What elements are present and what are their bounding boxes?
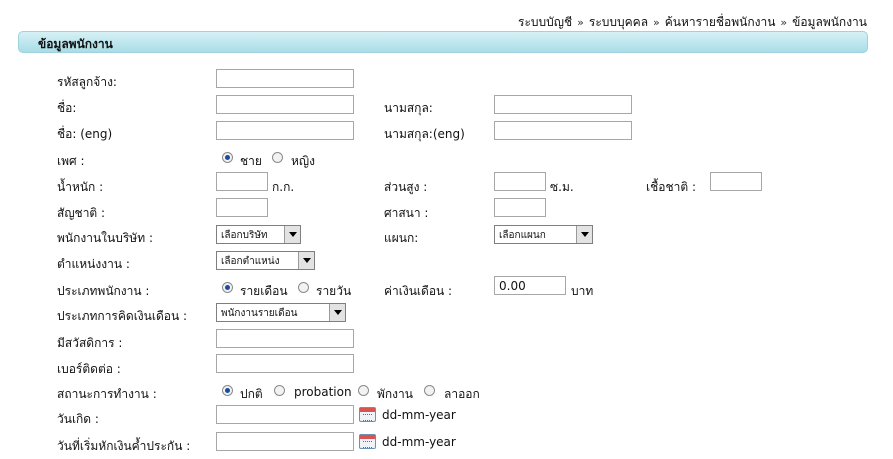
work-status-resigned-radio[interactable] <box>424 385 435 396</box>
section-title: ข้อมูลพนักงาน <box>38 37 113 51</box>
position-label: ตำแหน่งงาน : <box>57 257 130 271</box>
work-status-resigned-label: ลาออก <box>444 387 480 401</box>
employee-type-daily-radio[interactable] <box>298 282 309 293</box>
work-status-suspended-label: พักงาน <box>377 387 413 401</box>
salary-calc-select[interactable]: พนักงานรายเดือน <box>216 303 346 322</box>
weight-label: น้ำหนัก : <box>57 180 104 194</box>
work-status-normal-radio[interactable] <box>222 385 233 396</box>
first-name-label: ชื่อ: <box>57 101 77 115</box>
religion-label: ศาสนา : <box>384 206 429 220</box>
work-status-label: สถานะการทำงาน : <box>57 387 157 401</box>
weight-unit: ก.ก. <box>272 180 295 194</box>
salary-calc-label: ประเภทการคิดเงินเดือน : <box>57 309 188 323</box>
section-header: ข้อมูลพนักงาน <box>18 31 868 53</box>
employee-type-label: ประเภทพนักงาน : <box>57 284 150 298</box>
guarantee-start-format-hint: dd-mm-year <box>382 435 456 449</box>
chevron-down-icon[interactable] <box>298 252 314 269</box>
nationality-label: สัญชาติ : <box>57 206 106 220</box>
chevron-down-icon[interactable] <box>576 226 592 243</box>
breadcrumb-separator: » <box>577 16 584 29</box>
employee-type-daily-label: รายวัน <box>316 284 352 298</box>
welfare-label: มีสวัสดิการ : <box>57 336 123 350</box>
gender-female-radio[interactable] <box>272 152 283 163</box>
salary-label: ค่าเงินเดือน : <box>384 284 453 298</box>
phone-input[interactable] <box>216 354 354 373</box>
breadcrumb-item-employee-info: ข้อมูลพนักงาน <box>792 15 867 29</box>
work-status-probation-label: probation <box>294 385 352 399</box>
birth-date-input[interactable] <box>216 405 354 424</box>
weight-input[interactable] <box>216 172 268 191</box>
gender-male-radio[interactable] <box>222 152 233 163</box>
work-status-normal-label: ปกติ <box>240 387 263 401</box>
last-name-eng-input[interactable] <box>494 121 632 140</box>
ethnicity-input[interactable] <box>710 172 762 191</box>
position-select[interactable]: เลือกตำแหน่ง <box>216 251 315 270</box>
employee-type-monthly-label: รายเดือน <box>240 284 288 298</box>
company-label: พนักงานในบริษัท : <box>57 231 153 245</box>
salary-calc-select-value: พนักงานรายเดือน <box>221 308 298 319</box>
employee-code-input[interactable] <box>216 69 354 88</box>
welfare-input[interactable] <box>216 329 354 348</box>
chevron-down-icon[interactable] <box>329 304 345 321</box>
chevron-down-icon[interactable] <box>284 226 300 243</box>
height-input[interactable] <box>494 172 546 191</box>
work-status-suspended-radio[interactable] <box>358 385 369 396</box>
ethnicity-label: เชื้อชาติ : <box>646 180 696 194</box>
birth-date-label: วันเกิด : <box>57 412 99 426</box>
gender-label: เพศ : <box>57 154 85 168</box>
first-name-eng-label: ชื่อ: (eng) <box>57 127 113 141</box>
guarantee-start-input[interactable] <box>216 432 354 451</box>
phone-label: เบอร์ติดต่อ : <box>57 362 121 376</box>
birth-date-format-hint: dd-mm-year <box>382 408 456 422</box>
position-select-value: เลือกตำแหน่ง <box>221 256 280 267</box>
breadcrumb-item-accounting[interactable]: ระบบบัญชี <box>518 15 572 29</box>
salary-unit: บาท <box>571 284 594 298</box>
employee-code-label: รหัสลูกจ้าง: <box>57 75 117 89</box>
calendar-icon[interactable] <box>359 407 376 422</box>
breadcrumb: ระบบบัญชี » ระบบบุคคล » ค้นหารายชื่อพนักงาน »… <box>518 13 867 32</box>
nationality-input[interactable] <box>216 198 268 217</box>
calendar-icon[interactable] <box>359 434 376 449</box>
employee-type-monthly-radio[interactable] <box>222 282 233 293</box>
department-label: แผนก: <box>384 231 419 245</box>
gender-male-label: ชาย <box>240 154 262 168</box>
department-select[interactable]: เลือกแผนก <box>494 225 593 244</box>
guarantee-start-label: วันที่เริ่มหักเงินค้ำประกัน : <box>57 439 191 453</box>
breadcrumb-item-hr[interactable]: ระบบบุคคล <box>589 15 648 29</box>
breadcrumb-separator: » <box>780 16 788 29</box>
religion-input[interactable] <box>494 198 546 217</box>
breadcrumb-item-search-employees[interactable]: ค้นหารายชื่อพนักงาน <box>665 15 776 29</box>
last-name-eng-label: นามสกุล:(eng) <box>384 127 465 141</box>
breadcrumb-separator: » <box>653 16 660 29</box>
last-name-input[interactable] <box>494 95 632 114</box>
first-name-eng-input[interactable] <box>216 121 354 140</box>
gender-female-label: หญิง <box>291 154 315 168</box>
height-unit: ซ.ม. <box>550 180 574 194</box>
first-name-input[interactable] <box>216 95 354 114</box>
last-name-label: นามสกุล: <box>384 101 433 115</box>
salary-input[interactable] <box>494 276 566 295</box>
work-status-probation-radio[interactable] <box>274 385 285 396</box>
company-select[interactable]: เลือกบริษัท <box>216 225 301 244</box>
department-select-value: เลือกแผนก <box>499 230 546 241</box>
height-label: ส่วนสูง : <box>384 180 428 194</box>
company-select-value: เลือกบริษัท <box>221 230 268 241</box>
